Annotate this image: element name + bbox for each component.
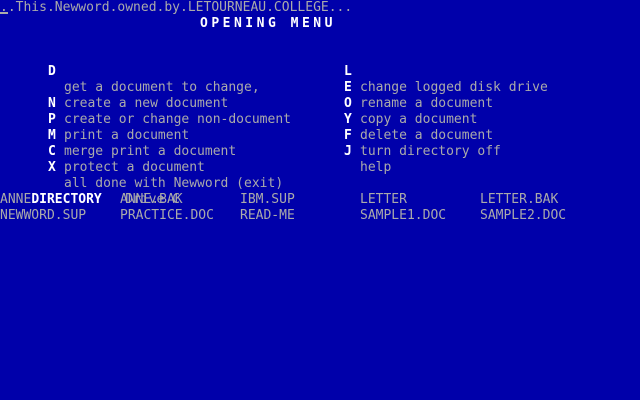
menu-item-change-drive[interactable]: L change logged disk drive <box>344 48 548 95</box>
menu-label: create a new document <box>64 96 229 111</box>
menu-key: X <box>48 160 56 175</box>
directory-file[interactable]: PRACTICE.DOC <box>120 208 214 224</box>
ownership-line: ..This.Newword.owned.by.LETOURNEAU.COLLE… <box>0 0 353 15</box>
menu-item-protect[interactable]: C protect a document <box>48 128 205 175</box>
menu-item-directory-off[interactable]: F turn directory off <box>344 112 501 159</box>
menu-item-print[interactable]: P print a document <box>48 96 189 143</box>
menu-item-help[interactable]: J help <box>344 128 391 175</box>
directory-file[interactable]: LETTER.BAK <box>480 192 558 208</box>
menu-item-exit[interactable]: X all done with Newword (exit) <box>48 144 283 191</box>
menu-item-non-document[interactable]: N create or change non-document <box>48 80 291 127</box>
menu-label: change logged disk drive <box>360 80 548 95</box>
menu-label: turn directory off <box>360 144 501 159</box>
directory-file[interactable]: ANNE <box>0 192 31 208</box>
directory-file[interactable]: ANNE.BAK <box>120 192 183 208</box>
menu-label: create or change non-document <box>64 112 291 127</box>
menu-item-copy[interactable]: O copy a document <box>344 80 477 127</box>
menu-label: delete a document <box>360 128 494 143</box>
menu-title: OPENING MENU <box>200 16 336 31</box>
menu-label: print a document <box>64 128 190 143</box>
menu-label: get a document to change, <box>64 80 260 95</box>
directory-file[interactable]: IBM.SUP <box>240 192 295 208</box>
menu-item-get-document[interactable]: D get a document to change, <box>48 48 260 95</box>
menu-label: protect a document <box>64 160 205 175</box>
menu-label: help <box>360 160 392 175</box>
directory-file[interactable]: LETTER <box>360 192 407 208</box>
menu-label: merge print a document <box>64 144 237 159</box>
menu-key: J <box>344 144 352 159</box>
menu-item-rename[interactable]: E rename a document <box>344 64 493 111</box>
menu-label: copy a document <box>360 112 478 127</box>
directory-file[interactable]: SAMPLE1.DOC <box>360 208 446 224</box>
directory-file[interactable]: READ-ME <box>240 208 295 224</box>
menu-item-merge-print[interactable]: M merge print a document <box>48 112 236 159</box>
directory-file[interactable]: NEWWORD.SUP <box>0 208 86 224</box>
menu-item-create-document: create a new document <box>48 64 228 111</box>
menu-item-delete[interactable]: Y delete a document <box>344 96 493 143</box>
directory-file[interactable]: SAMPLE2.DOC <box>480 208 566 224</box>
directory-label: DIRECTORY <box>31 192 102 207</box>
menu-label: rename a document <box>360 96 494 111</box>
